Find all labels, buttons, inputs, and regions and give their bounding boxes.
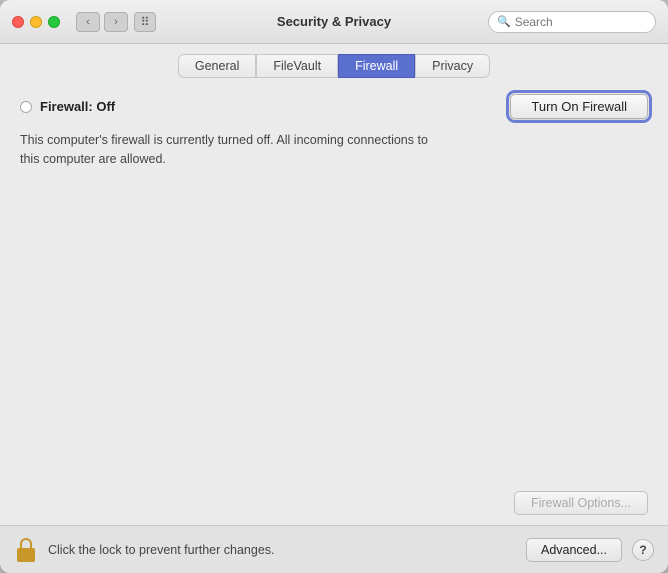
firewall-status-label: Firewall: Off [40,99,115,114]
nav-buttons: ‹ › [76,12,128,32]
advanced-button[interactable]: Advanced... [526,538,622,562]
search-input[interactable] [515,15,647,29]
tab-firewall[interactable]: Firewall [338,54,415,78]
forward-button[interactable]: › [104,12,128,32]
back-button[interactable]: ‹ [76,12,100,32]
firewall-radio[interactable] [20,101,32,113]
titlebar: ‹ › ⠿ Security & Privacy 🔍 [0,0,668,44]
tab-general[interactable]: General [178,54,256,78]
bottombar: Click the lock to prevent further change… [0,525,668,573]
tab-privacy[interactable]: Privacy [415,54,490,78]
turn-on-firewall-button[interactable]: Turn On Firewall [510,94,648,119]
search-bar[interactable]: 🔍 [488,11,656,33]
traffic-lights [12,16,60,28]
tab-filevault[interactable]: FileVault [256,54,338,78]
maximize-button[interactable] [48,16,60,28]
lock-shackle [20,538,32,548]
lock-body [17,548,35,562]
minimize-button[interactable] [30,16,42,28]
firewall-description: This computer's firewall is currently tu… [20,131,440,169]
lock-text: Click the lock to prevent further change… [48,543,516,557]
main-window: ‹ › ⠿ Security & Privacy 🔍 General FileV… [0,0,668,573]
close-button[interactable] [12,16,24,28]
firewall-row: Firewall: Off Turn On Firewall [20,94,648,119]
window-title: Security & Privacy [277,14,391,29]
tabbar: General FileVault Firewall Privacy [0,44,668,78]
help-button[interactable]: ? [632,539,654,561]
firewall-options-button[interactable]: Firewall Options... [514,491,648,515]
main-content: Firewall: Off Turn On Firewall This comp… [0,78,668,525]
firewall-status: Firewall: Off [20,99,115,114]
grid-button[interactable]: ⠿ [134,12,156,32]
lock-icon[interactable] [14,536,38,564]
search-icon: 🔍 [497,15,511,28]
